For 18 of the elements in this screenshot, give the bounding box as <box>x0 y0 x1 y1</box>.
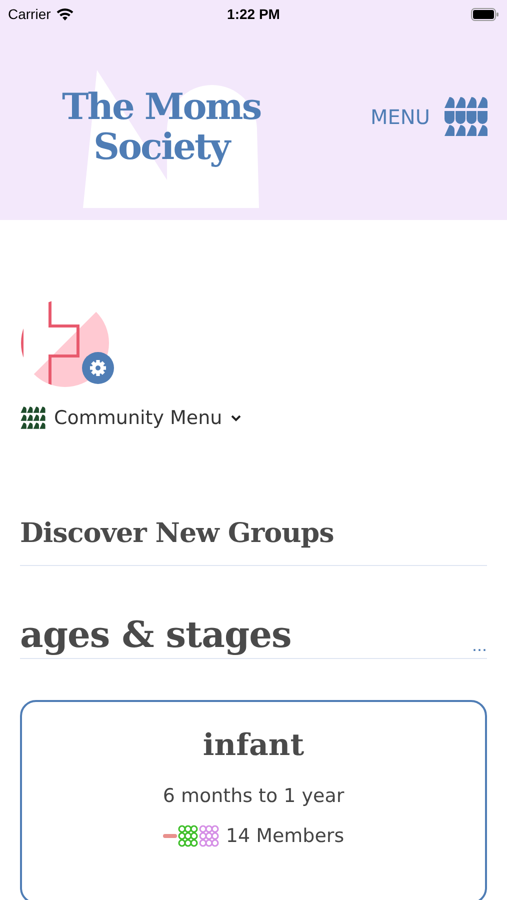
section-title: Discover New Groups <box>20 518 335 549</box>
more-button[interactable]: ... <box>472 635 487 656</box>
group-card[interactable]: infant 6 months to 1 year 14 Members <box>20 700 487 900</box>
member-count: 14 Members <box>226 825 344 847</box>
carrier-name: Carrier <box>8 6 51 22</box>
settings-icon[interactable] <box>82 352 114 384</box>
scallop-pattern-icon <box>444 96 488 138</box>
status-time: 1:22 PM <box>227 6 280 22</box>
group-title: infant <box>202 728 304 763</box>
category-title: ages & stages <box>20 614 292 656</box>
chevron-down-icon <box>230 414 242 422</box>
battery-icon <box>470 8 499 20</box>
group-subtitle: 6 months to 1 year <box>162 785 344 807</box>
logo-text[interactable]: The Moms Society <box>62 87 261 167</box>
scallop-pattern-icon <box>20 406 46 430</box>
menu-button[interactable]: MENU <box>370 96 488 138</box>
wifi-icon <box>56 8 74 20</box>
community-menu-button[interactable]: Community Menu <box>20 406 242 430</box>
